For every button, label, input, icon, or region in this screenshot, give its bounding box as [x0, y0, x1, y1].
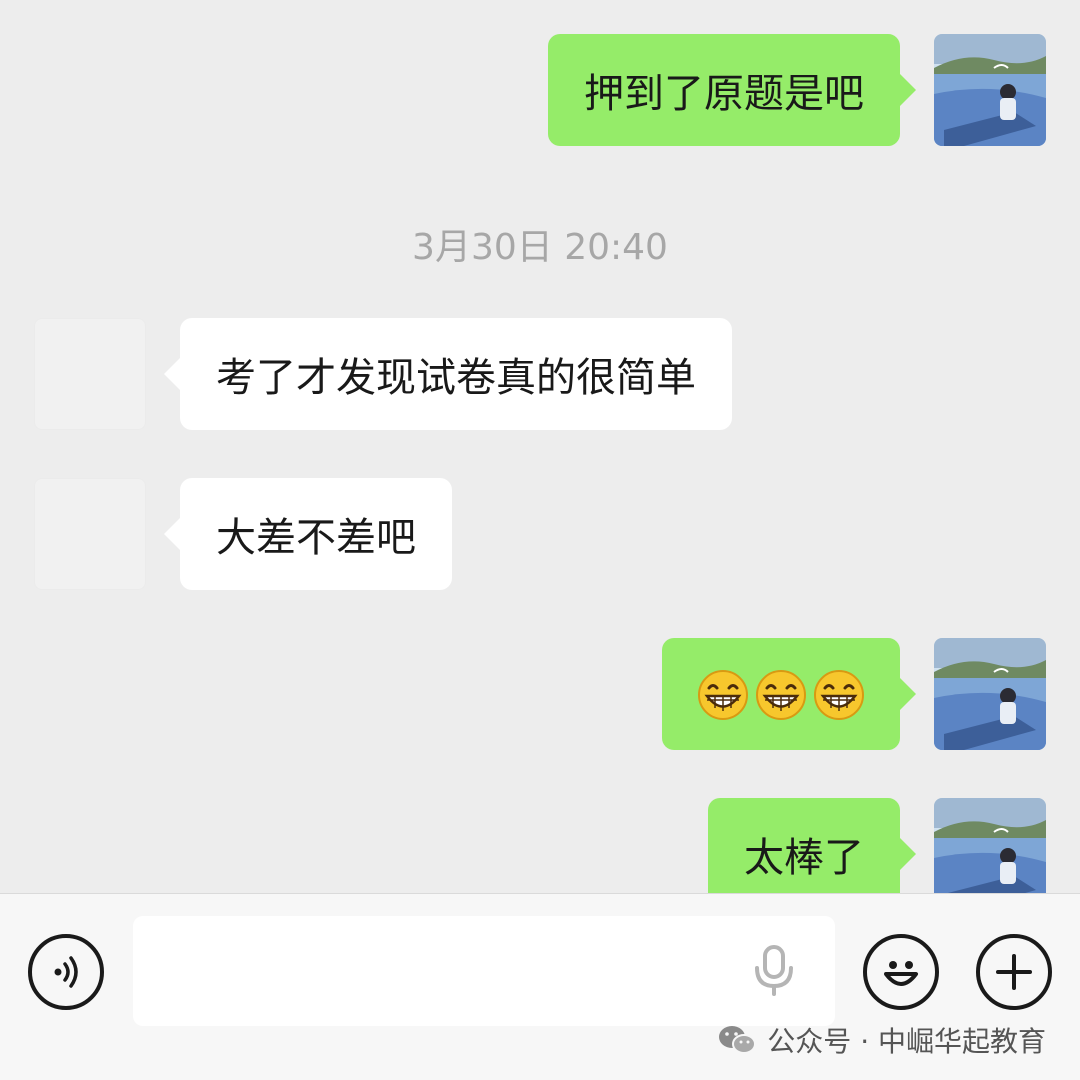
avatar[interactable] [934, 638, 1046, 750]
smile-icon [884, 961, 918, 986]
message-text: 考了才发现试卷真的很简单 [216, 355, 696, 401]
avatar-image [934, 638, 1046, 750]
watermark: 公众号 · 中崛华起教育 [717, 1020, 1046, 1060]
message-row: 押到了原题是吧 [548, 34, 1046, 146]
avatar-image [934, 798, 1046, 893]
avatar[interactable] [934, 34, 1046, 146]
watermark-text: 公众号 · 中崛华起教育 [767, 1025, 1046, 1058]
avatar[interactable] [34, 318, 146, 430]
mic-icon [755, 945, 793, 996]
message-row [662, 638, 1046, 750]
plus-icon [996, 954, 1032, 990]
voice-icon [54, 956, 78, 988]
message-text: 太棒了 [744, 835, 864, 881]
mic-button[interactable] [750, 944, 798, 1000]
message-bubble[interactable]: 考了才发现试卷真的很简单 [164, 318, 732, 430]
avatar-image [934, 34, 1046, 146]
message-text: 大差不差吧 [216, 515, 416, 561]
message-row: 太棒了 [708, 798, 1046, 893]
message-text: 押到了原题是吧 [584, 71, 864, 117]
grin-face-icon [756, 670, 806, 720]
avatar[interactable] [934, 798, 1046, 893]
emoji-button[interactable] [863, 934, 939, 1010]
grin-face-icon [814, 670, 864, 720]
voice-toggle-button[interactable] [28, 934, 104, 1010]
avatar[interactable] [34, 478, 146, 590]
message-row: 大差不差吧 [34, 478, 452, 590]
message-row: 考了才发现试卷真的很简单 [34, 318, 732, 430]
grin-face-icon [698, 670, 748, 720]
wechat-icon [719, 1026, 757, 1054]
message-bubble[interactable]: 大差不差吧 [164, 478, 452, 590]
message-bubble[interactable]: 太棒了 [708, 798, 916, 893]
message-input[interactable] [133, 916, 835, 1026]
emoji-row [696, 667, 866, 721]
chat-area[interactable]: 押到了原题是吧 3月30日 20:40 考了才发现试卷真的很简单 大差不差吧 太… [0, 0, 1080, 893]
more-button[interactable] [976, 934, 1052, 1010]
message-bubble[interactable] [662, 638, 916, 750]
message-bubble[interactable]: 押到了原题是吧 [548, 34, 916, 146]
timestamp: 3月30日 20:40 [412, 227, 668, 268]
